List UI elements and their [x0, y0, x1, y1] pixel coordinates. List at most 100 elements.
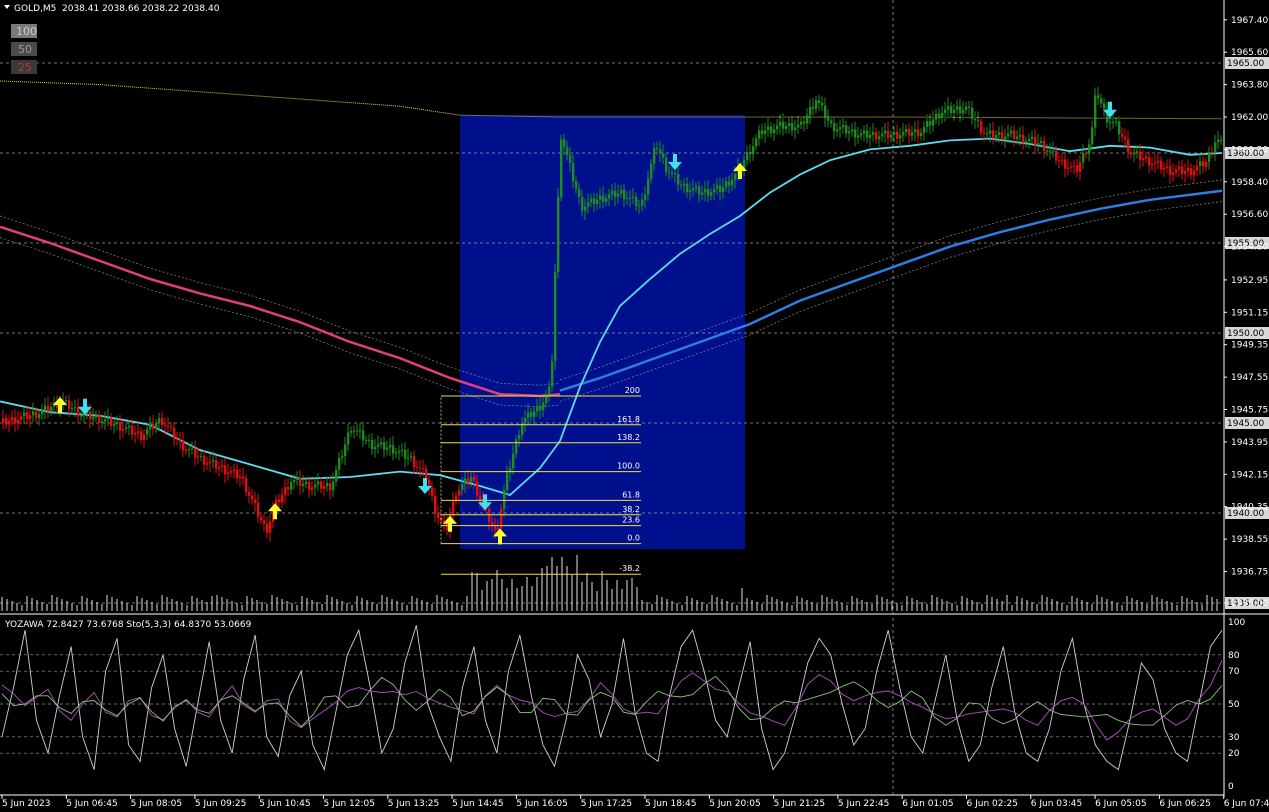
candle-body: [1064, 159, 1067, 169]
candle-body: [338, 457, 341, 470]
candle-body: [650, 163, 653, 180]
candle-body: [503, 489, 506, 510]
candle-body: [746, 152, 749, 161]
candle-body: [962, 109, 965, 114]
candle-body: [689, 190, 692, 192]
candle-body: [836, 129, 839, 132]
candle-body: [965, 106, 968, 110]
candle-body: [212, 460, 215, 462]
level-tag-label: 1945.00: [1227, 419, 1264, 429]
candle-body: [470, 477, 473, 483]
candle-body: [461, 484, 464, 490]
candle-body: [527, 412, 530, 418]
candle-body: [1037, 143, 1040, 146]
candle-body: [1139, 151, 1142, 160]
candle-body: [317, 481, 320, 485]
candle-body: [575, 181, 578, 189]
candle-body: [1112, 121, 1115, 123]
candle-body: [1196, 165, 1199, 171]
candle-body: [302, 483, 305, 486]
candle-body: [995, 135, 998, 138]
candle-body: [344, 444, 347, 457]
candle-body: [2, 418, 5, 423]
candle-body: [872, 132, 875, 135]
candle-body: [569, 155, 572, 164]
candle-body: [734, 174, 737, 180]
candle-body: [239, 476, 242, 479]
fib-level-label: 23.6: [622, 516, 640, 525]
time-tick-label: 5 Jun 08:05: [131, 799, 182, 809]
time-tick-label: 6 Jun 03:45: [1031, 799, 1082, 809]
candle-body: [1178, 166, 1181, 170]
fib-level-label: 61.8: [622, 490, 640, 499]
candle-body: [65, 400, 68, 402]
candle-body: [281, 494, 284, 503]
candle-body: [800, 121, 803, 125]
time-tick-label: 5 Jun 16:05: [516, 799, 567, 809]
candle-body: [227, 472, 230, 475]
candle-body: [488, 508, 491, 523]
time-tick-label: 5 Jun 13:25: [388, 799, 439, 809]
fib-level-label: -38.2: [619, 564, 640, 573]
candle-body: [29, 415, 32, 419]
price-tick-label: 1952.95: [1231, 276, 1268, 286]
candle-body: [377, 444, 380, 447]
candle-body: [1013, 130, 1016, 139]
candle-body: [98, 415, 101, 424]
osc-tick-label: 80: [1228, 651, 1240, 661]
candle-body: [494, 525, 497, 530]
candle-body: [1169, 166, 1172, 175]
fib-level-label: 161.8: [617, 415, 640, 424]
candle-body: [629, 197, 632, 199]
price-tick-label: 1967.40: [1231, 16, 1268, 26]
candle-body: [653, 148, 656, 164]
candle-body: [1211, 152, 1214, 154]
price-tick-label: 1965.60: [1231, 48, 1268, 58]
candle-body: [1010, 130, 1013, 134]
time-tick-label: 6 Jun 02:25: [967, 799, 1018, 809]
candle-body: [851, 129, 854, 132]
chart-header: GOLD,M5 2038.41 2038.66 2038.22 2038.40: [4, 4, 220, 14]
candle-body: [122, 428, 125, 431]
candle-body: [683, 183, 686, 186]
candle-body: [860, 133, 863, 136]
candle-body: [1031, 136, 1034, 139]
candle-body: [458, 489, 461, 496]
candle-body: [554, 271, 557, 362]
candle-body: [224, 465, 227, 475]
candle-body: [191, 448, 194, 450]
candle-body: [869, 135, 872, 138]
candle-body: [35, 411, 38, 418]
candle-body: [89, 411, 92, 420]
price-tick-label: 1956.60: [1231, 210, 1268, 220]
candle-body: [893, 131, 896, 135]
candle-body: [818, 100, 821, 103]
candle-body: [797, 124, 800, 128]
candle-body: [410, 456, 413, 458]
candle-body: [782, 121, 785, 129]
candle-body: [536, 405, 539, 412]
candle-body: [581, 196, 584, 211]
candle-body: [968, 106, 971, 108]
candle-body: [785, 126, 788, 129]
candle-body: [992, 130, 995, 138]
candle-body: [773, 129, 776, 134]
candle-body: [662, 153, 665, 158]
candle-body: [365, 440, 368, 442]
candle-body: [764, 130, 767, 135]
candle-body: [200, 456, 203, 458]
price-chart[interactable]: 1965.001960.001955.001950.001945.001940.…: [0, 0, 1269, 812]
candle-body: [1160, 160, 1163, 170]
candle-body: [971, 107, 974, 119]
symbol-label: GOLD,M5: [14, 4, 56, 14]
candle-body: [626, 198, 629, 200]
candle-body: [251, 495, 254, 500]
candle-body: [809, 106, 812, 116]
candle-body: [701, 192, 704, 195]
candle-body: [866, 130, 869, 138]
candle-body: [278, 499, 281, 503]
candle-body: [23, 412, 26, 417]
candle-body: [149, 423, 152, 430]
candle-body: [32, 411, 35, 416]
candle-body: [218, 467, 221, 469]
